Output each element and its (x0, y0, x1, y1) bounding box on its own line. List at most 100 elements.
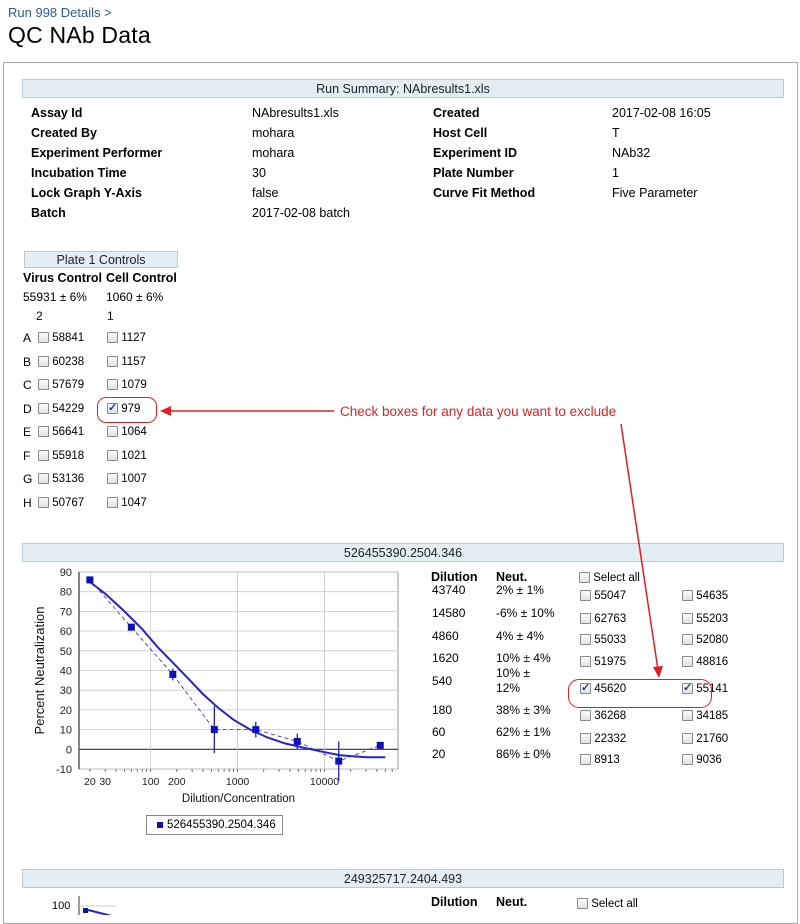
summary-label: Lock Graph Y-Axis (31, 186, 142, 200)
x-tick-label: 20 (84, 776, 96, 788)
cell-control-checkbox[interactable] (107, 379, 118, 391)
run-summary-header: Run Summary: NAbresults1.xls (22, 79, 784, 98)
well-replicate-2[interactable]: 54635 (682, 590, 728, 602)
sample1-header: 526455390.2504.346 (22, 543, 784, 562)
well-checkbox[interactable] (580, 754, 591, 766)
select-all-checkbox[interactable] (579, 572, 590, 584)
cell-control-well[interactable]: 1079 (107, 379, 147, 391)
well-replicate-1[interactable]: 36268 (580, 710, 626, 722)
neutralization-chart: 9080706050403020100-1020 30 100 200 1000 1000… (32, 567, 399, 805)
well-value: 48816 (696, 656, 729, 668)
summary-label: Incubation Time (31, 166, 127, 180)
cell-control-well[interactable]: 1157 (107, 356, 146, 368)
data-point (127, 623, 135, 631)
well-replicate-2[interactable]: 9036 (682, 754, 722, 766)
cell-control-checkbox[interactable] (107, 332, 118, 344)
cell-control-well[interactable]: 1064 (107, 426, 147, 438)
well-replicate-2[interactable]: 48816 (682, 656, 728, 668)
well-checkbox[interactable] (682, 613, 693, 625)
well-replicate-1[interactable]: 55047 (580, 590, 626, 602)
virus-control-checkbox[interactable] (38, 496, 49, 508)
virus-control-well[interactable]: 50767 (38, 497, 84, 509)
well-replicate-2[interactable]: 52080 (682, 634, 728, 646)
cell-control-checkbox[interactable] (107, 426, 118, 438)
well-replicate-2[interactable]: 21760 (682, 733, 728, 745)
well-value: 52080 (696, 634, 729, 646)
well-value: 54635 (696, 590, 729, 602)
well-checkbox[interactable] (580, 590, 591, 602)
cell-control-column: 1 (107, 309, 114, 323)
virus-control-checkbox[interactable] (38, 473, 49, 485)
select-all-control[interactable]: Select all (579, 572, 640, 584)
neut-value: -6% ± 10% (496, 606, 555, 620)
well-checkbox[interactable] (682, 590, 693, 602)
virus-control-checkbox[interactable] (38, 402, 49, 414)
cell-control-well[interactable]: 1127 (107, 332, 146, 344)
sample2-header: 249325717.2404.493 (22, 869, 784, 888)
cell-control-checkbox[interactable] (107, 496, 118, 508)
virus-control-checkbox[interactable] (38, 355, 49, 367)
virus-control-checkbox[interactable] (38, 379, 49, 391)
neut-column-header: Neut. (496, 570, 528, 584)
well-checkbox[interactable] (682, 656, 693, 668)
data-point (210, 726, 218, 734)
sample2-chart-y-tick: 100 (52, 900, 71, 912)
virus-control-well[interactable]: 54229 (38, 403, 84, 415)
summary-label: Batch (31, 206, 66, 220)
virus-control-well[interactable]: 58841 (38, 332, 84, 344)
well-checkbox[interactable] (580, 613, 591, 625)
highlight-oval-cell-control (97, 397, 157, 423)
sample2-select-all-checkbox[interactable] (577, 898, 588, 910)
well-replicate-1[interactable]: 62763 (580, 613, 626, 625)
well-checkbox[interactable] (682, 634, 693, 646)
well-checkbox[interactable] (682, 733, 693, 745)
well-replicate-1[interactable]: 8913 (580, 754, 620, 766)
cell-control-well[interactable]: 1047 (107, 497, 147, 509)
well-replicate-2[interactable]: 34185 (682, 710, 728, 722)
virus-control-label: Virus Control (23, 271, 102, 285)
cell-control-checkbox[interactable] (107, 449, 118, 461)
dilution-value: 60 (432, 725, 446, 739)
virus-control-checkbox[interactable] (38, 426, 49, 438)
sample2-select-all-control[interactable]: Select all (577, 898, 638, 910)
virus-control-well[interactable]: 56641 (38, 426, 84, 438)
plate-row-letter: A (23, 331, 32, 345)
virus-control-checkbox[interactable] (38, 449, 49, 461)
summary-value: NAb32 (612, 146, 651, 160)
cell-control-checkbox[interactable] (107, 355, 118, 367)
data-point (376, 741, 384, 749)
neut-value: 10% ± (496, 666, 530, 680)
well-value: 51975 (594, 656, 627, 668)
virus-control-value: 60238 (52, 355, 85, 368)
highlight-oval-540-row (568, 679, 712, 708)
well-replicate-1[interactable]: 51975 (580, 656, 626, 668)
neut-value: 62% ± 1% (496, 725, 551, 739)
cell-control-value: 1079 (121, 379, 147, 391)
cell-control-well[interactable]: 1007 (107, 473, 147, 485)
virus-control-well[interactable]: 53136 (38, 473, 84, 485)
breadcrumb-run-link[interactable]: Run 998 Details (8, 5, 101, 20)
well-checkbox[interactable] (682, 710, 693, 722)
virus-control-well[interactable]: 55918 (38, 450, 84, 462)
y-axis-title: Percent Neutralization (32, 607, 47, 735)
well-replicate-1[interactable]: 22332 (580, 733, 626, 745)
plate-controls-header: Plate 1 Controls (24, 251, 178, 268)
well-checkbox[interactable] (580, 656, 591, 668)
virus-control-value: 58841 (52, 332, 85, 344)
well-replicate-2[interactable]: 55203 (682, 613, 728, 625)
plate-row-letter: H (23, 495, 32, 510)
virus-control-well[interactable]: 57679 (38, 379, 84, 391)
cell-control-well[interactable]: 1021 (107, 450, 147, 462)
well-checkbox[interactable] (580, 733, 591, 745)
virus-control-well[interactable]: 60238 (38, 356, 84, 368)
virus-control-value: 54229 (52, 402, 85, 415)
well-checkbox[interactable] (580, 634, 591, 646)
cell-control-checkbox[interactable] (107, 473, 118, 485)
well-value: 55047 (594, 590, 627, 602)
summary-value: 2017-02-08 16:05 (612, 106, 711, 120)
well-replicate-1[interactable]: 55033 (580, 634, 626, 646)
neut-value: 10% ± 4% (496, 651, 551, 665)
well-checkbox[interactable] (682, 754, 693, 766)
virus-control-checkbox[interactable] (38, 332, 49, 344)
well-checkbox[interactable] (580, 710, 591, 722)
